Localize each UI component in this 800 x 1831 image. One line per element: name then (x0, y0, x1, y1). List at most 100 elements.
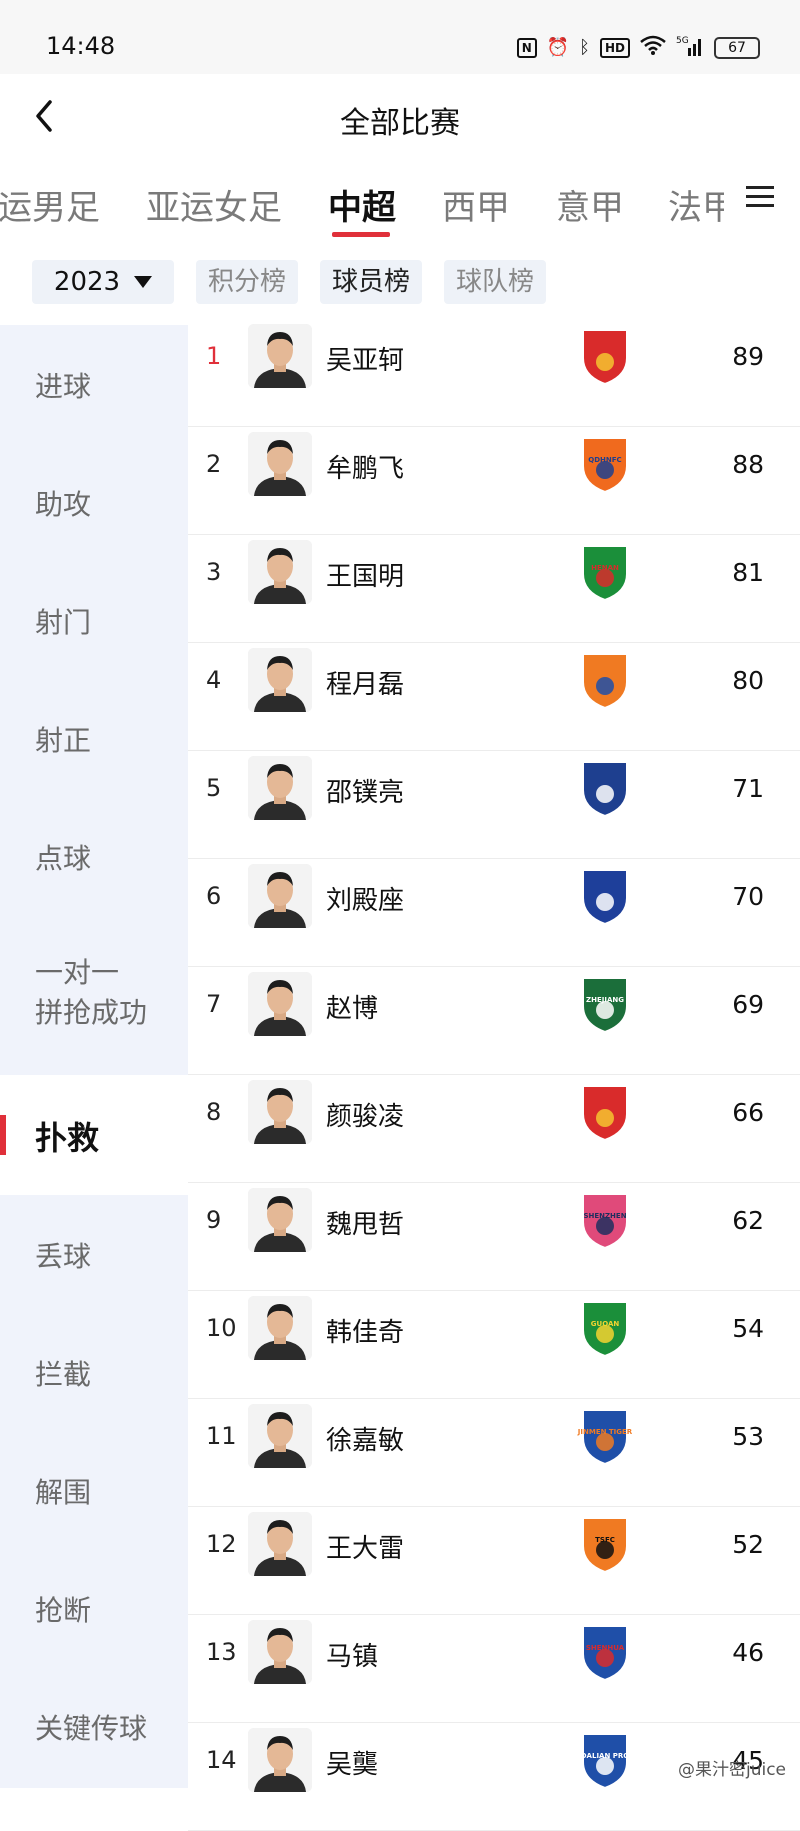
sidebar-item-goals[interactable]: 进球 (0, 325, 188, 443)
player-name[interactable]: 邵镤亮 (326, 772, 404, 809)
player-rank: 6 (206, 882, 222, 910)
player-name[interactable]: 王国明 (326, 556, 404, 593)
table-row[interactable]: 1 吴亚轲 89 (188, 318, 800, 427)
tab-asian-games-men[interactable]: 运男足 (0, 180, 100, 229)
player-rank: 1 (206, 342, 222, 370)
player-name[interactable]: 牟鹏飞 (326, 448, 404, 485)
chip-team-rankings[interactable]: 球队榜 (444, 260, 547, 304)
save-count: 46 (732, 1638, 764, 1667)
tab-ligue-1[interactable]: 法甲 (668, 180, 724, 229)
player-rank: 13 (206, 1638, 237, 1666)
club-crest-icon[interactable] (573, 1080, 637, 1144)
player-name[interactable]: 吴龑 (326, 1744, 378, 1781)
sidebar-item-label: 点球 (35, 842, 92, 875)
sidebar-item-saves[interactable]: 扑救 (0, 1075, 188, 1195)
player-avatar (248, 1512, 312, 1576)
sidebar-item-shots-on-target[interactable]: 射正 (0, 679, 188, 797)
table-row[interactable]: 2 牟鹏飞 QDHNFC 88 (188, 426, 800, 535)
sidebar-item-clearances[interactable]: 解围 (0, 1431, 188, 1549)
bluetooth-icon: ᛒ (579, 37, 590, 58)
player-name[interactable]: 马镇 (326, 1636, 378, 1673)
club-crest-icon[interactable]: ZHEJIANG (573, 972, 637, 1036)
table-row[interactable]: 9 魏甩哲 SHENZHEN 62 (188, 1182, 800, 1291)
nfc-icon: N (516, 37, 537, 58)
club-crest-icon[interactable]: JINMEN TIGER (573, 1404, 637, 1468)
sidebar-item-label-line2: 拼抢成功 (35, 996, 148, 1029)
club-crest-icon[interactable]: HENAN (573, 540, 637, 604)
sidebar-item-assists[interactable]: 助攻 (0, 443, 188, 561)
table-row[interactable]: 3 王国明 HENAN 81 (188, 534, 800, 643)
player-avatar (248, 1080, 312, 1144)
club-crest-icon[interactable] (573, 756, 637, 820)
club-crest-icon[interactable]: SHENHUA (573, 1620, 637, 1684)
sidebar-item-label: 射门 (35, 606, 92, 639)
player-avatar (248, 324, 312, 388)
player-name[interactable]: 程月磊 (326, 664, 404, 701)
battery-icon: 67 (714, 36, 760, 59)
player-avatar (248, 1728, 312, 1792)
player-rank: 12 (206, 1530, 237, 1558)
player-name[interactable]: 王大雷 (326, 1528, 404, 1565)
save-count: 53 (732, 1422, 764, 1451)
table-row[interactable]: 7 赵博 ZHEJIANG 69 (188, 966, 800, 1075)
save-count: 89 (732, 342, 764, 371)
sidebar-item-label: 丢球 (35, 1240, 92, 1273)
club-crest-icon[interactable] (573, 324, 637, 388)
player-rank: 11 (206, 1422, 237, 1450)
player-name[interactable]: 韩佳奇 (326, 1312, 404, 1349)
sidebar-item-label: 进球 (35, 370, 92, 403)
save-count: 52 (732, 1530, 764, 1559)
sidebar-item-interceptions[interactable]: 拦截 (0, 1313, 188, 1431)
tab-laliga[interactable]: 西甲 (442, 180, 510, 229)
club-crest-icon[interactable]: SHENZHEN (573, 1188, 637, 1252)
club-crest-icon[interactable] (573, 864, 637, 928)
player-name[interactable]: 徐嘉敏 (326, 1420, 404, 1457)
player-rank: 3 (206, 558, 222, 586)
sidebar-item-shots[interactable]: 射门 (0, 561, 188, 679)
club-crest-icon[interactable]: DALIAN PRO (573, 1728, 637, 1792)
sidebar-item-duels-won[interactable]: 一对一 拼抢成功 (0, 915, 188, 1065)
club-crest-icon[interactable]: TSFC (573, 1512, 637, 1576)
player-name[interactable]: 赵博 (326, 988, 378, 1025)
sidebar-item-penalties[interactable]: 点球 (0, 797, 188, 915)
club-crest-icon[interactable]: GUOAN (573, 1296, 637, 1360)
save-count: 54 (732, 1314, 764, 1343)
save-count: 66 (732, 1098, 764, 1127)
table-row[interactable]: 5 邵镤亮 71 (188, 750, 800, 859)
table-row[interactable]: 12 王大雷 TSFC 52 (188, 1506, 800, 1615)
sidebar-item-tackles[interactable]: 抢断 (0, 1549, 188, 1667)
sidebar-item-key-passes[interactable]: 关键传球 (0, 1667, 188, 1788)
table-row[interactable]: 13 马镇 SHENHUA 46 (188, 1614, 800, 1723)
player-rank: 9 (206, 1206, 222, 1234)
player-name[interactable]: 吴亚轲 (326, 340, 404, 377)
status-icons: N ⏰ ᛒ HD 5G 67 (516, 34, 760, 61)
save-count: 70 (732, 882, 764, 911)
season-dropdown[interactable]: 2023 (32, 260, 174, 304)
chip-player-rankings[interactable]: 球员榜 (320, 260, 423, 304)
save-count: 81 (732, 558, 764, 587)
menu-icon[interactable] (746, 186, 774, 210)
player-name[interactable]: 魏甩哲 (326, 1204, 404, 1241)
table-row[interactable]: 4 程月磊 80 (188, 642, 800, 751)
club-crest-icon[interactable]: QDHNFC (573, 432, 637, 496)
sidebar-item-goals-conceded[interactable]: 丢球 (0, 1195, 188, 1313)
filter-row: 2023 积分榜 球员榜 球队榜 (0, 252, 800, 312)
active-category-indicator (0, 1115, 6, 1155)
player-name[interactable]: 颜骏凌 (326, 1096, 404, 1133)
table-row[interactable]: 10 韩佳奇 GUOAN 54 (188, 1290, 800, 1399)
table-row[interactable]: 8 颜骏凌 66 (188, 1074, 800, 1183)
chip-standings[interactable]: 积分榜 (196, 260, 299, 304)
club-crest-icon[interactable] (573, 648, 637, 712)
tab-csl[interactable]: 中超 (328, 180, 396, 229)
sidebar-item-label: 拦截 (35, 1358, 92, 1391)
player-name[interactable]: 刘殿座 (326, 880, 404, 917)
sidebar-item-label: 解围 (35, 1476, 92, 1509)
table-row[interactable]: 6 刘殿座 70 (188, 858, 800, 967)
tab-serie-a[interactable]: 意甲 (556, 180, 624, 229)
table-row[interactable]: 11 徐嘉敏 JINMEN TIGER 53 (188, 1398, 800, 1507)
svg-text:SHENHUA: SHENHUA (586, 1644, 625, 1652)
player-avatar (248, 864, 312, 928)
save-count: 80 (732, 666, 764, 695)
sidebar-item-label: 射正 (35, 724, 92, 757)
tab-asian-games-women[interactable]: 亚运女足 (146, 180, 282, 229)
